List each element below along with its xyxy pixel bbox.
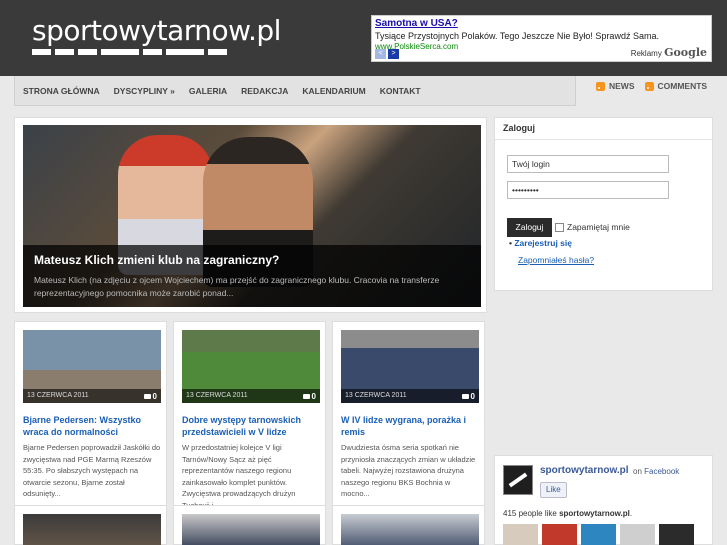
- google-ad[interactable]: Samotna w USA? Tysiące Przystojnych Pola…: [371, 15, 712, 62]
- fb-count-prefix: 415 people like: [503, 509, 557, 518]
- comments-feed-label: COMMENTS: [657, 81, 708, 91]
- fan-avatar[interactable]: [620, 524, 655, 545]
- fan-avatar[interactable]: [581, 524, 616, 545]
- article-meta: 13 CZERWCA 2011 0: [182, 389, 320, 403]
- fb-like-count: 415 people like sportowytarnow.pl.: [503, 509, 632, 518]
- nav-item-home[interactable]: STRONA GŁÓWNA: [23, 86, 100, 96]
- article-thumbnail[interactable]: [341, 514, 479, 545]
- article-title[interactable]: Bjarne Pedersen: Wszystko wraca do norma…: [23, 414, 161, 438]
- ad-brand-prefix: Reklamy: [630, 49, 662, 58]
- article-thumbnail[interactable]: 13 CZERWCA 2011 0: [341, 330, 479, 403]
- comment-count[interactable]: 0: [462, 392, 475, 401]
- nav-item-calendar[interactable]: KALENDARIUM: [302, 86, 365, 96]
- fb-count-suffix: .: [629, 509, 633, 518]
- nav-item-gallery[interactable]: GALERIA: [189, 86, 227, 96]
- nav-item-disciplines[interactable]: DYSCYPLINY »: [114, 86, 175, 96]
- password-field[interactable]: [507, 181, 669, 199]
- fb-fan-faces: [503, 524, 694, 545]
- remember-checkbox[interactable]: [555, 222, 564, 232]
- remember-label: Zapamiętaj mnie: [567, 222, 630, 232]
- site-header: sportowytarnow.pl Samotna w USA? Tysiące…: [0, 0, 727, 76]
- article-card: [173, 505, 326, 545]
- facebook-like-box: sportowytarnow.pl on Facebook Like 415 p…: [494, 455, 713, 545]
- login-widget: Zaloguj Zaloguj Zapamiętaj mnie Zarejest…: [494, 117, 713, 291]
- news-feed-label: NEWS: [609, 81, 635, 91]
- article-meta: 13 CZERWCA 2011 0: [341, 389, 479, 403]
- featured-slider: Mateusz Klich zmieni klub na zagraniczny…: [14, 117, 487, 313]
- article-title[interactable]: W IV lidze wygrana, porażka i remis: [341, 414, 479, 438]
- ad-prev-icon[interactable]: <: [375, 49, 386, 59]
- fan-avatar[interactable]: [503, 524, 538, 545]
- ad-text: Tysiące Przystojnych Polaków. Tego Jeszc…: [375, 31, 659, 41]
- fb-like-button[interactable]: Like: [540, 482, 567, 498]
- register-link[interactable]: Zarejestruj się: [509, 238, 572, 248]
- ad-nav: < >: [375, 49, 399, 59]
- login-field[interactable]: [507, 155, 669, 173]
- ad-next-icon[interactable]: >: [388, 49, 399, 59]
- article-thumbnail[interactable]: 13 CZERWCA 2011 0: [23, 330, 161, 403]
- login-button[interactable]: Zaloguj: [507, 218, 552, 237]
- main-nav: STRONA GŁÓWNA DYSCYPLINY » GALERIA REDAK…: [14, 76, 576, 106]
- article-date: 13 CZERWCA 2011: [345, 392, 407, 399]
- comments-feed-link[interactable]: COMMENTS: [644, 81, 708, 91]
- article-excerpt: Bjarne Pedersen poprowadził Jaskółki do …: [23, 443, 161, 498]
- article-title[interactable]: Dobre występy tarnowskich przedstawiciel…: [182, 414, 320, 438]
- article-thumbnail[interactable]: [182, 514, 320, 545]
- article-date: 13 CZERWCA 2011: [27, 392, 89, 399]
- fb-page-name[interactable]: sportowytarnow.pl: [540, 465, 629, 476]
- logo-underline: [32, 49, 227, 55]
- ad-title-link[interactable]: Samotna w USA?: [375, 18, 708, 29]
- article-date: 13 CZERWCA 2011: [186, 392, 248, 399]
- fb-on-text: on: [633, 467, 642, 476]
- nav-item-contact[interactable]: KONTAKT: [380, 86, 421, 96]
- fan-avatar[interactable]: [542, 524, 577, 545]
- article-card: 13 CZERWCA 2011 0 W IV lidze wygrana, po…: [332, 321, 485, 509]
- featured-image[interactable]: Mateusz Klich zmieni klub na zagraniczny…: [23, 125, 481, 307]
- article-card: 13 CZERWCA 2011 0 Dobre występy tarnowsk…: [173, 321, 326, 510]
- comment-count[interactable]: 0: [303, 392, 316, 401]
- rss-feeds: NEWS COMMENTS: [596, 81, 707, 91]
- article-thumbnail[interactable]: 13 CZERWCA 2011 0: [182, 330, 320, 403]
- article-card: [14, 505, 167, 545]
- article-excerpt: Dwudziesta ósma seria spotkań nie przyni…: [341, 443, 476, 498]
- comment-count[interactable]: 0: [144, 392, 157, 401]
- featured-title[interactable]: Mateusz Klich zmieni klub na zagraniczny…: [34, 253, 470, 267]
- page-avatar[interactable]: [503, 465, 533, 495]
- google-logo: Google: [664, 46, 707, 59]
- news-feed-link[interactable]: NEWS: [596, 81, 635, 91]
- forgot-password-link[interactable]: Zapomniałeś hasła?: [518, 255, 594, 265]
- featured-caption: Mateusz Klich zmieni klub na zagraniczny…: [23, 245, 481, 307]
- fb-facebook-link[interactable]: Facebook: [644, 467, 679, 476]
- login-heading: Zaloguj: [495, 118, 712, 140]
- site-logo[interactable]: sportowytarnow.pl: [32, 14, 281, 47]
- article-excerpt: W przedostatniej kolejce V ligi Tarnów/N…: [182, 443, 296, 510]
- fan-avatar[interactable]: [659, 524, 694, 545]
- featured-description: Mateusz Klich (na zdjęciu z ojcem Wojcie…: [34, 275, 440, 298]
- ad-brand[interactable]: Reklamy Google: [631, 46, 707, 59]
- article-thumbnail[interactable]: [23, 514, 161, 545]
- fb-on-facebook: on Facebook: [633, 467, 679, 476]
- nav-item-editorial[interactable]: REDAKCJA: [241, 86, 288, 96]
- rss-icon: [596, 81, 605, 91]
- article-meta: 13 CZERWCA 2011 0: [23, 389, 161, 403]
- fb-count-page[interactable]: sportowytarnow.pl: [559, 509, 630, 518]
- article-card: 13 CZERWCA 2011 0 Bjarne Pedersen: Wszys…: [14, 321, 167, 509]
- remember-me[interactable]: Zapamiętaj mnie: [555, 222, 630, 232]
- article-card: [332, 505, 485, 545]
- rss-icon: [644, 81, 654, 91]
